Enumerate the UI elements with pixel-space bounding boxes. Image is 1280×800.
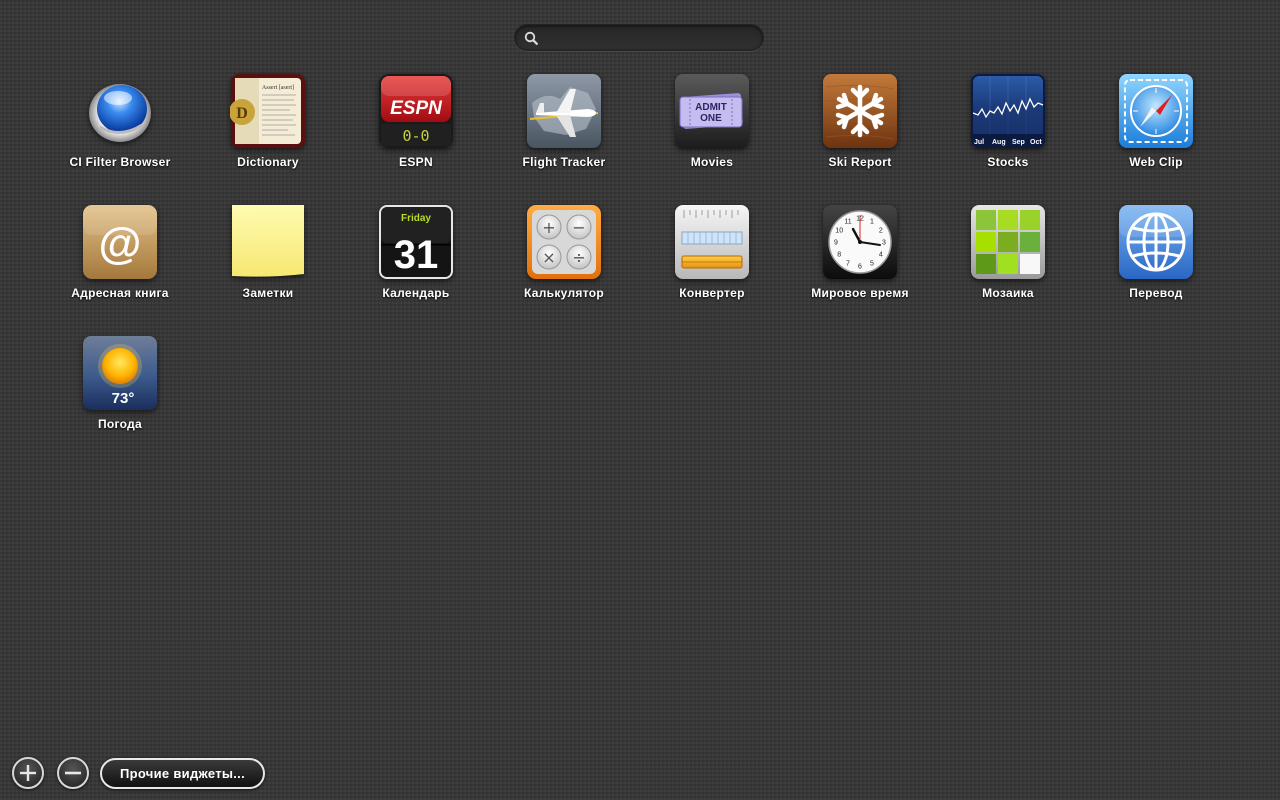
clock-numeral: 6 (858, 264, 862, 271)
svg-text:÷: ÷ (572, 248, 585, 267)
widget-calendar[interactable]: Friday 31 Календарь (342, 204, 490, 320)
widget-movies[interactable]: ADMIT ONE Movies (638, 73, 786, 189)
widget-ski-report[interactable]: Ski Report (786, 73, 934, 189)
airplane-icon (526, 73, 602, 149)
svg-text:×: × (542, 248, 555, 267)
widget-espn[interactable]: ESPN 0-0 ESPN (342, 73, 490, 189)
widget-stocks[interactable]: Jul Aug Sep Oct Stocks (934, 73, 1082, 189)
converter-icon (674, 204, 750, 280)
dictionary-icon: D Assert [asert] (230, 73, 306, 149)
widget-label: Календарь (382, 286, 450, 300)
widget-label: ESPN (399, 155, 433, 169)
widget-label: Заметки (242, 286, 294, 300)
add-widget-button[interactable] (12, 757, 44, 789)
widget-address-book[interactable]: @ Адресная книга (46, 204, 194, 320)
widget-ci-filter-browser[interactable]: CI Filter Browser (46, 73, 194, 189)
widget-label: Web Clip (1129, 155, 1183, 169)
svg-text:Assert [asert]: Assert [asert] (262, 85, 294, 91)
widget-weather[interactable]: 73° Погода (46, 335, 194, 451)
clock-numeral: 8 (837, 252, 841, 259)
remove-widget-button[interactable] (57, 757, 89, 789)
svg-text:Sep: Sep (1012, 139, 1025, 146)
svg-text:0-0: 0-0 (402, 127, 429, 145)
widget-converter[interactable]: Конвертер (638, 204, 786, 320)
widget-label: Movies (690, 155, 734, 169)
widget-notes[interactable]: Заметки (194, 204, 342, 320)
search-icon (524, 31, 538, 45)
widget-label: Адресная книга (71, 286, 169, 300)
at-sign-icon: @ (82, 204, 158, 280)
widget-label: Dictionary (237, 155, 299, 169)
svg-text:Friday: Friday (401, 213, 431, 224)
widget-world-clock[interactable]: 121234567891011 Мировое время (786, 204, 934, 320)
clock-numeral: 7 (846, 260, 850, 267)
svg-text:Jul: Jul (974, 139, 984, 146)
clock-numeral: 3 (882, 240, 886, 247)
widget-label: Stocks (987, 155, 1029, 169)
widget-label: Конвертер (679, 286, 745, 300)
svg-text:D: D (236, 105, 248, 122)
widget-label: Калькулятор (524, 286, 604, 300)
plus-icon (20, 765, 36, 781)
snowflake-icon (822, 73, 898, 149)
more-widgets-button[interactable]: Прочие виджеты... (100, 758, 265, 789)
ticket-icon: ADMIT ONE (674, 73, 750, 149)
clock-numeral: 5 (870, 260, 874, 267)
widget-label: CI Filter Browser (69, 155, 171, 169)
clock-numeral: 10 (835, 228, 843, 235)
calculator-icon: + − × ÷ (526, 204, 602, 280)
sticky-note-icon (230, 204, 306, 280)
widget-web-clip[interactable]: Web Clip (1082, 73, 1230, 189)
svg-text:−: − (572, 218, 585, 237)
widget-dictionary[interactable]: D Assert [asert] Dictionary (194, 73, 342, 189)
widget-label: Мировое время (811, 286, 909, 300)
widget-label: Flight Tracker (522, 155, 606, 169)
svg-text:Aug: Aug (992, 139, 1006, 146)
svg-text:+: + (542, 218, 555, 237)
minus-icon (65, 771, 81, 775)
clock-numeral: 4 (879, 252, 883, 259)
globe-icon (1118, 204, 1194, 280)
widget-tile-game[interactable]: Мозаика (934, 204, 1082, 320)
ci-filter-icon (82, 73, 158, 149)
svg-text:Oct: Oct (1030, 139, 1042, 146)
search-input[interactable] (545, 28, 755, 47)
widget-flight-tracker[interactable]: Flight Tracker (490, 73, 638, 189)
widget-translation[interactable]: Перевод (1082, 204, 1230, 320)
clock-numeral: 11 (844, 219, 851, 226)
widget-label: Перевод (1129, 286, 1183, 300)
widget-calculator[interactable]: + − × ÷ Калькулятор (490, 204, 638, 320)
stock-chart-icon: Jul Aug Sep Oct (970, 73, 1046, 149)
widget-search-field[interactable] (514, 24, 764, 51)
clock-numeral: 9 (834, 240, 838, 247)
svg-text:ADMIT: ADMIT (695, 102, 727, 113)
clock-numeral: 2 (879, 228, 883, 235)
calendar-icon: Friday 31 (378, 204, 454, 280)
svg-text:@: @ (99, 219, 142, 268)
espn-icon: ESPN 0-0 (378, 73, 454, 149)
widget-label: Мозаика (982, 286, 1034, 300)
svg-text:73°: 73° (112, 390, 135, 407)
svg-text:ONE: ONE (700, 113, 722, 124)
svg-text:31: 31 (394, 233, 439, 277)
compass-icon (1118, 73, 1194, 149)
svg-text:ESPN: ESPN (390, 98, 443, 119)
widget-label: Ski Report (828, 155, 892, 169)
tile-game-icon (970, 204, 1046, 280)
clock-numeral: 1 (870, 219, 874, 226)
weather-sun-icon: 73° (82, 335, 158, 411)
widget-label: Погода (97, 417, 143, 431)
clock-icon: 121234567891011 (822, 204, 898, 280)
